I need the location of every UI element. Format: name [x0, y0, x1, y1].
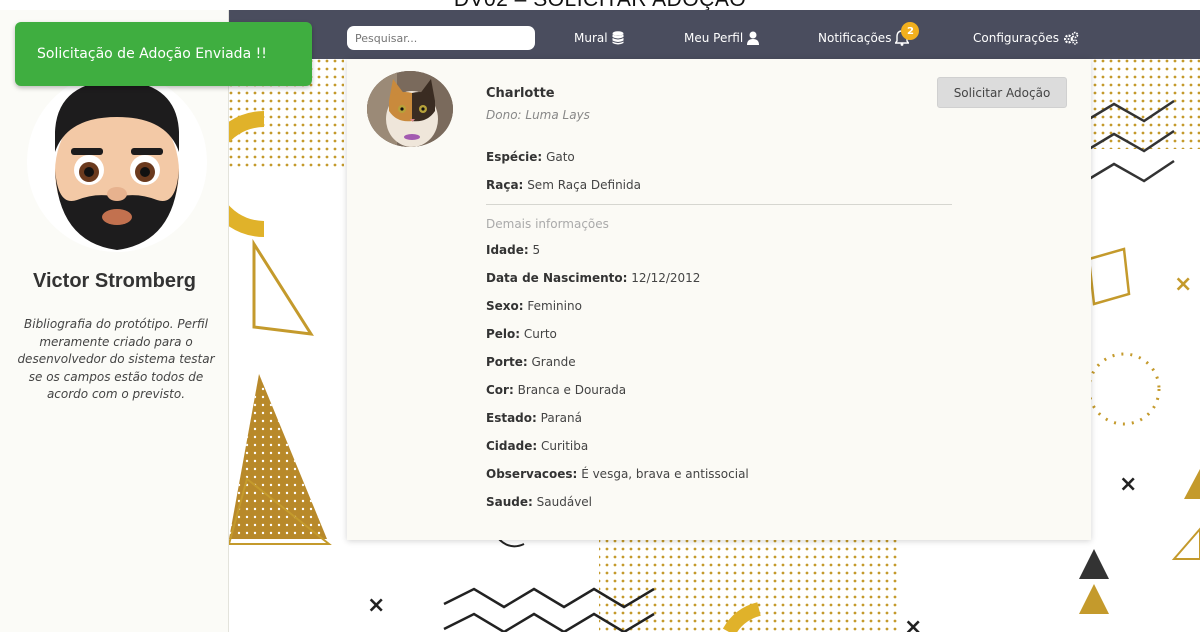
request-adoption-button[interactable]: Solicitar Adoção: [937, 77, 1067, 108]
profile-sidebar: Victor Stromberg Bibliografia do protóti…: [0, 10, 229, 632]
detail-value: 5: [532, 243, 541, 257]
detail-label: Saude:: [486, 495, 533, 509]
nav-config-label: Configurações: [973, 31, 1059, 45]
profile-bio: Bibliografia do protótipo. Perfil merame…: [17, 317, 215, 401]
detail-value: 12/12/2012: [631, 271, 701, 285]
detail-label: Porte:: [486, 355, 528, 369]
detail-row: Idade: 5: [486, 243, 540, 257]
pet-photo: [367, 71, 453, 147]
profile-name: Victor Stromberg: [33, 270, 196, 292]
breed-value: Sem Raça Definida: [527, 178, 641, 192]
detail-value: Feminino: [527, 299, 582, 313]
detail-row: Pelo: Curto: [486, 327, 557, 341]
detail-label: Observacoes:: [486, 467, 578, 481]
detail-value: É vesga, brava e antissocial: [581, 467, 749, 481]
user-icon: [747, 31, 760, 45]
top-navbar: Mural Meu Perfil Notificações 2 Configur…: [229, 10, 1200, 59]
notification-count-badge: 2: [901, 22, 920, 40]
detail-row: Saude: Saudável: [486, 495, 592, 509]
species-label: Espécie:: [486, 150, 543, 164]
detail-row: Porte: Grande: [486, 355, 576, 369]
detail-value: Branca e Dourada: [517, 383, 627, 397]
gears-icon: [1063, 31, 1079, 45]
detail-row: Data de Nascimento: 12/12/2012: [486, 271, 700, 285]
detail-label: Data de Nascimento:: [486, 271, 628, 285]
breed-label: Raça:: [486, 178, 524, 192]
detail-label: Estado:: [486, 411, 537, 425]
detail-value: Curto: [523, 327, 557, 341]
svg-text:×: ×: [904, 615, 922, 632]
detail-label: Cor:: [486, 383, 514, 397]
detail-value: Saudável: [536, 495, 593, 509]
detail-label: Pelo:: [486, 327, 521, 341]
nav-notificacoes[interactable]: Notificações 2: [818, 22, 920, 48]
section-title: Demais informações: [486, 217, 609, 231]
detail-row: Cor: Branca e Dourada: [486, 383, 626, 397]
detail-value: Grande: [531, 355, 576, 369]
pet-species-row: Espécie: Gato: [486, 150, 575, 164]
svg-text:×: ×: [1174, 272, 1192, 297]
detail-value: Curitiba: [540, 439, 589, 453]
search-input[interactable]: [347, 26, 535, 50]
toast-message: Solicitação de Adoção Enviada !!: [37, 46, 267, 62]
detail-value: Paraná: [540, 411, 582, 425]
adoption-success-toast[interactable]: Solicitação de Adoção Enviada !!: [15, 22, 312, 86]
svg-text:×: ×: [1119, 472, 1137, 497]
nav-mural-label: Mural: [574, 31, 608, 45]
nav-notif-label: Notificações: [818, 31, 892, 45]
nav-perfil-label: Meu Perfil: [684, 31, 744, 45]
species-value: Gato: [546, 150, 575, 164]
pet-breed-row: Raça: Sem Raça Definida: [486, 178, 641, 192]
detail-row: Sexo: Feminino: [486, 299, 582, 313]
detail-label: Cidade:: [486, 439, 538, 453]
nav-meu-perfil[interactable]: Meu Perfil: [684, 28, 760, 48]
detail-row: Observacoes: É vesga, brava e antissocia…: [486, 467, 749, 481]
section-divider: [486, 204, 952, 205]
detail-row: Estado: Paraná: [486, 411, 582, 425]
pet-name: Charlotte: [486, 86, 555, 101]
svg-text:×: ×: [367, 593, 385, 618]
cat-photo-icon: [367, 71, 453, 147]
avatar[interactable]: [27, 72, 207, 252]
pet-detail-card: Charlotte Dono: Luma Lays Solicitar Adoç…: [347, 59, 1091, 540]
detail-label: Idade:: [486, 243, 529, 257]
detail-label: Sexo:: [486, 299, 524, 313]
database-icon: [612, 31, 624, 45]
bearded-man-avatar-icon: [27, 72, 207, 252]
nav-configuracoes[interactable]: Configurações: [973, 28, 1079, 48]
detail-row: Cidade: Curitiba: [486, 439, 588, 453]
nav-mural[interactable]: Mural: [574, 28, 624, 48]
pet-owner: Dono: Luma Lays: [486, 108, 590, 122]
